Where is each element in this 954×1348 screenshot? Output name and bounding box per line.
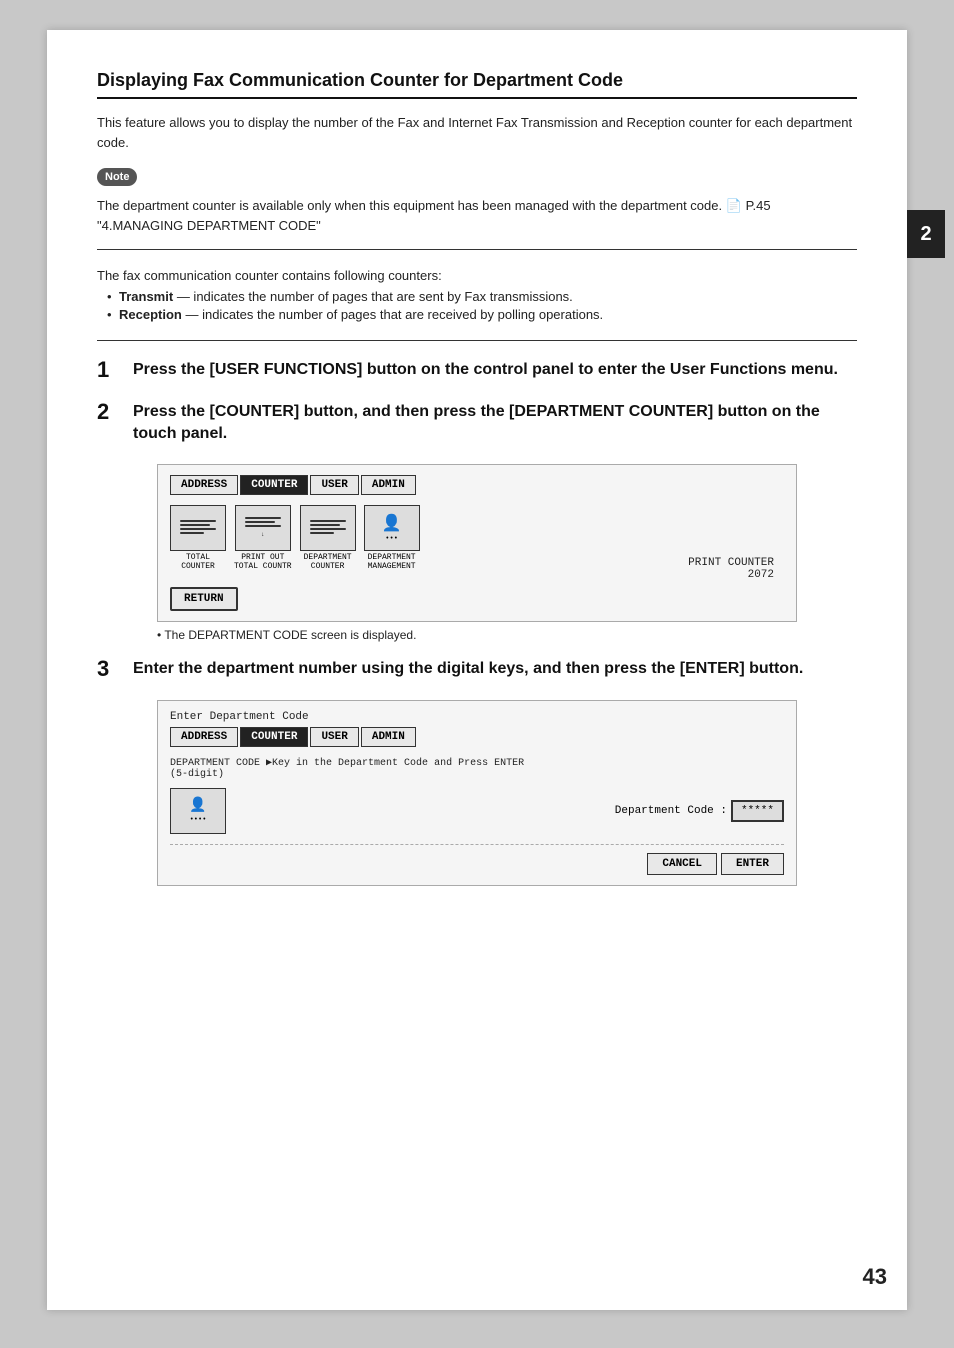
s2-nav-user[interactable]: USER xyxy=(310,727,358,747)
s2-nav-address[interactable]: ADDRESS xyxy=(170,727,238,747)
divider xyxy=(97,249,857,250)
step-2-num: 2 xyxy=(97,399,125,425)
screen2-content: 👤 •••• Department Code : ***** xyxy=(170,788,784,834)
step-3-text: Enter the department number using the di… xyxy=(133,658,803,680)
icon-row: TOTALCOUNTER ↓ PRINT OUTTOTAL COUNTR xyxy=(170,505,420,571)
dept-code-input[interactable]: ***** xyxy=(731,800,784,822)
list-item: Reception — indicates the number of page… xyxy=(107,307,857,322)
intro-text: This feature allows you to display the n… xyxy=(97,113,857,152)
section-title: Displaying Fax Communication Counter for… xyxy=(97,70,857,99)
note-badge: Note xyxy=(97,168,137,186)
sidebar-number: 2 xyxy=(907,210,945,258)
counters-intro: The fax communication counter contains f… xyxy=(97,268,857,283)
nav-counter[interactable]: COUNTER xyxy=(240,475,308,495)
screen2: Enter Department Code ADDRESS COUNTER US… xyxy=(157,700,797,886)
total-counter-icon[interactable]: TOTALCOUNTER xyxy=(170,505,226,571)
print-counter: PRINT COUNTER 2072 xyxy=(688,537,784,581)
nav-address[interactable]: ADDRESS xyxy=(170,475,238,495)
note-box: Note xyxy=(97,166,857,186)
nav-bar-1: ADDRESS COUNTER USER ADMIN xyxy=(170,475,784,495)
cancel-button[interactable]: CANCEL xyxy=(647,853,717,875)
return-button[interactable]: RETURN xyxy=(170,587,238,611)
s2-nav-admin[interactable]: ADMIN xyxy=(361,727,416,747)
nav-bar-2: ADDRESS COUNTER USER ADMIN xyxy=(170,727,784,747)
print-out-counter-icon[interactable]: ↓ PRINT OUTTOTAL COUNTR xyxy=(234,505,292,571)
dept-code-field-group: Department Code : ***** xyxy=(615,800,784,822)
counters-list: Transmit — indicates the number of pages… xyxy=(97,289,857,322)
enter-button[interactable]: ENTER xyxy=(721,853,784,875)
step-1: 1 Press the [USER FUNCTIONS] button on t… xyxy=(97,359,857,383)
screen2-dept-icon: 👤 •••• xyxy=(170,788,226,834)
list-item: Transmit — indicates the number of pages… xyxy=(107,289,857,304)
nav-admin[interactable]: ADMIN xyxy=(361,475,416,495)
dept-code-note: • The DEPARTMENT CODE screen is displaye… xyxy=(157,628,857,642)
department-management-icon[interactable]: 👤 ••• DEPARTMENTMANAGEMENT xyxy=(364,505,420,571)
screen1: ADDRESS COUNTER USER ADMIN TO xyxy=(157,464,797,622)
step-1-text: Press the [USER FUNCTIONS] button on the… xyxy=(133,359,838,381)
step-2: 2 Press the [COUNTER] button, and then p… xyxy=(97,401,857,446)
step-2-text: Press the [COUNTER] button, and then pre… xyxy=(133,401,857,446)
page-number: 43 xyxy=(863,1264,887,1290)
note-text: The department counter is available only… xyxy=(97,196,857,235)
screen2-header: Enter Department Code xyxy=(170,711,784,723)
nav-user[interactable]: USER xyxy=(310,475,358,495)
step-3-num: 3 xyxy=(97,656,125,682)
department-counter-icon[interactable]: DEPARTMENTCOUNTER xyxy=(300,505,356,571)
dept-instruction: DEPARTMENT CODE ▶Key in the Department C… xyxy=(170,757,784,780)
s2-nav-counter[interactable]: COUNTER xyxy=(240,727,308,747)
step-1-num: 1 xyxy=(97,357,125,383)
screen2-bottom-bar: CANCEL ENTER xyxy=(170,844,784,875)
page: 2 Displaying Fax Communication Counter f… xyxy=(47,30,907,1310)
divider2 xyxy=(97,340,857,341)
step-3: 3 Enter the department number using the … xyxy=(97,658,857,682)
